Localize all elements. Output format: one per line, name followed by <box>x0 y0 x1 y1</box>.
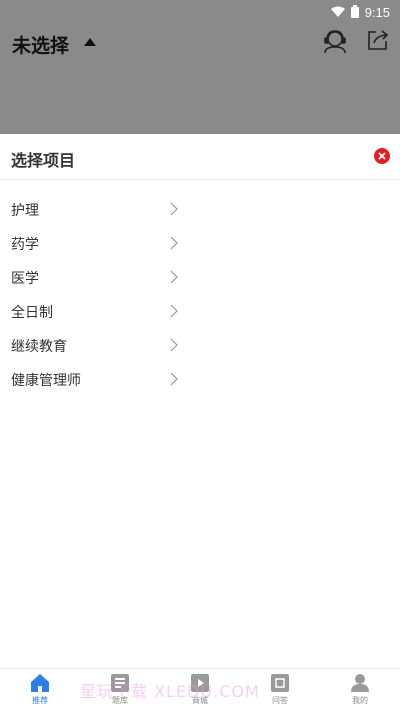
tab-label: 问答 <box>272 696 288 705</box>
app-header: 未选择 <box>0 24 400 64</box>
project-list: 护理 药学 医学 全日制 继续教育 健康管理师 <box>0 192 400 396</box>
project-item-label: 全日制 <box>11 305 53 321</box>
sheet-title: 选择项目 <box>11 151 76 170</box>
close-icon[interactable] <box>374 148 390 164</box>
project-item-label: 医学 <box>11 271 39 287</box>
tab-label: 推荐 <box>32 696 48 705</box>
qa-icon <box>271 674 289 692</box>
project-item-pharmacy[interactable]: 药学 <box>0 226 190 260</box>
project-item-health-manager[interactable]: 健康管理师 <box>0 362 190 396</box>
tab-label: 商城 <box>192 696 208 705</box>
project-item-label: 健康管理师 <box>11 373 81 389</box>
chevron-right-icon <box>170 304 178 318</box>
tab-recommend[interactable]: 推荐 <box>0 669 80 710</box>
project-item-label: 药学 <box>11 237 39 253</box>
bottom-tab-bar: 推荐 题库 商城 问答 我的 <box>0 668 400 710</box>
caret-up-icon[interactable] <box>84 38 96 46</box>
share-icon[interactable] <box>366 28 390 56</box>
project-selector-title[interactable]: 未选择 <box>12 31 69 58</box>
project-item-label: 护理 <box>11 203 39 219</box>
dimmed-background[interactable]: 9:15 未选择 <box>0 0 400 134</box>
tab-mine[interactable]: 我的 <box>320 669 400 710</box>
status-time: 9:15 <box>364 5 390 20</box>
project-select-sheet: 选择项目 护理 药学 医学 全日制 继续教育 健康管理师 <box>0 134 400 668</box>
user-icon <box>351 674 369 692</box>
status-bar: 9:15 <box>0 0 400 22</box>
project-item-medicine[interactable]: 医学 <box>0 260 190 294</box>
chevron-right-icon <box>170 270 178 284</box>
wifi-icon <box>330 3 345 22</box>
battery-icon <box>350 3 359 22</box>
tab-qa[interactable]: 问答 <box>240 669 320 710</box>
video-icon <box>191 674 209 692</box>
project-item-label: 继续教育 <box>11 339 67 355</box>
project-item-nursing[interactable]: 护理 <box>0 192 190 226</box>
question-bank-icon <box>111 674 129 692</box>
tab-question-bank[interactable]: 题库 <box>80 669 160 710</box>
sheet-header: 选择项目 <box>0 134 400 180</box>
tab-label: 题库 <box>112 696 128 705</box>
chevron-right-icon <box>170 338 178 352</box>
project-item-full-time[interactable]: 全日制 <box>0 294 190 328</box>
chevron-right-icon <box>170 236 178 250</box>
tab-mall[interactable]: 商城 <box>160 669 240 710</box>
project-item-continuing-education[interactable]: 继续教育 <box>0 328 190 362</box>
tab-label: 我的 <box>352 696 368 705</box>
chevron-right-icon <box>170 202 178 216</box>
chevron-right-icon <box>170 372 178 386</box>
home-icon <box>31 674 49 692</box>
customer-service-icon[interactable] <box>322 28 348 58</box>
